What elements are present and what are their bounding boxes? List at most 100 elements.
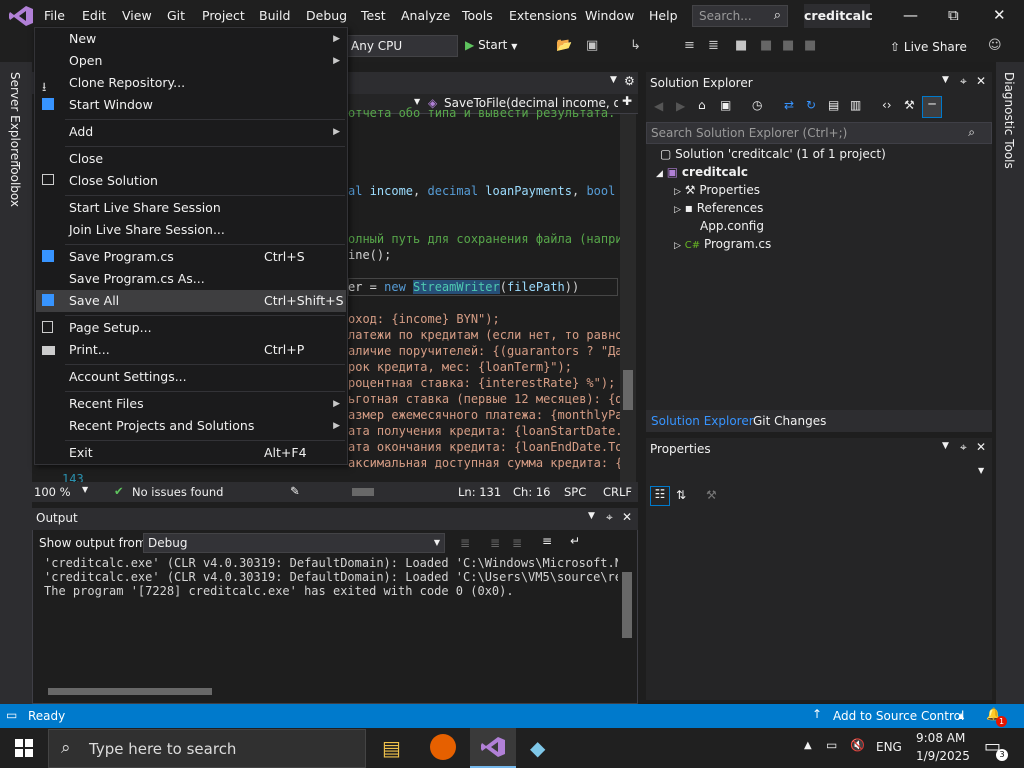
chevron-up-icon[interactable]: ▲ [804,740,812,751]
clock-time[interactable]: 9:08 AM [916,731,965,745]
open-folder-icon[interactable]: 📂 [556,38,572,53]
windows-start-icon[interactable] [15,739,33,757]
chevron-down-icon[interactable]: ▼ [942,75,949,85]
menu-item-open[interactable]: Open ▶ [36,50,346,72]
menu-item-save-all[interactable]: Save All Ctrl+Shift+S [36,290,346,312]
chevron-down-icon[interactable]: ▼ [978,466,984,475]
start-button[interactable]: ▶ Start ▼ [465,38,517,52]
menu-analyze[interactable]: Analyze [401,8,450,23]
split-icon[interactable]: ✚ [622,94,632,108]
menu-item-add[interactable]: Add ▶ [36,121,346,143]
server-explorer-tab[interactable]: Server Explorer [8,72,22,165]
volume-muted-icon[interactable]: 🔇 [850,738,865,752]
network-icon[interactable]: ▭ [826,738,837,752]
tab-git-changes[interactable]: Git Changes [753,414,826,428]
visual-studio-taskbar-button[interactable] [470,728,516,768]
feedback-icon[interactable]: ☺ [988,38,1002,53]
language-indicator[interactable]: ENG [876,740,902,754]
output-source-dropdown[interactable]: Debug ▼ [143,533,445,553]
wrench-icon[interactable]: ⚒ [904,98,915,112]
step-icon[interactable]: ↳ [630,38,641,53]
tree-item-references[interactable]: ▷ ▪ References [674,201,763,215]
pending-changes-icon[interactable]: ◷ [752,98,762,112]
menu-test[interactable]: Test [361,8,386,23]
diagnostic-tools-tab[interactable]: Diagnostic Tools [1002,72,1016,169]
menu-item-print[interactable]: Print... Ctrl+P [36,339,346,361]
next-icon[interactable]: ≣ [512,536,522,550]
pin-icon[interactable]: ⌖ [960,440,967,455]
bookmark-next-icon[interactable]: ■ [782,38,794,53]
line-ending-indicator[interactable]: CRLF [603,485,632,499]
chevron-down-icon[interactable]: ▼ [414,97,420,106]
close-icon[interactable]: ✕ [976,74,986,88]
menu-item-recent-projects[interactable]: Recent Projects and Solutions ▶ [36,415,346,437]
live-share-button[interactable]: ⇧ Live Share [890,40,967,54]
tree-project[interactable]: ◢ ▣ creditcalc [656,165,748,179]
chevron-down-icon[interactable]: ▼ [82,485,88,494]
menu-help[interactable]: Help [649,8,678,23]
pin-icon[interactable]: ⌖ [960,74,967,89]
firefox-icon[interactable] [430,734,456,760]
scroll-thumb[interactable] [623,370,633,410]
output-hscroll-thumb[interactable] [48,688,212,695]
file-explorer-icon[interactable]: ▤ [382,736,401,760]
platform-dropdown[interactable]: Any CPU [346,35,458,57]
switch-views-icon[interactable]: ▣ [720,98,731,112]
forward-icon[interactable]: ▶ [676,99,685,113]
tab-solution-explorer[interactable]: Solution Explorer [651,414,754,428]
categorized-icon[interactable]: ☷ [650,486,670,506]
code-view-icon[interactable]: ‹› [882,98,892,112]
word-wrap-icon[interactable]: ↵ [570,534,580,548]
settings-icon[interactable]: ⚙ [624,74,635,88]
menu-item-page-setup[interactable]: Page Setup... [36,317,346,339]
menu-file[interactable]: File [44,8,65,23]
menu-item-save-program-as[interactable]: Save Program.cs As... [36,268,346,290]
menu-item-close-solution[interactable]: Close Solution [36,170,346,192]
chevron-down-icon[interactable]: ▼ [588,511,595,521]
find-icon[interactable]: ≣ [460,536,470,550]
menu-view[interactable]: View [122,8,152,23]
menu-item-close[interactable]: Close [36,148,346,170]
home-icon[interactable]: ⌂ [698,98,706,112]
search-input[interactable]: Search... ⌕ [692,5,788,27]
horizontal-scroll-thumb[interactable] [352,488,374,496]
indent-icon[interactable]: ≣ [708,38,719,53]
chevron-up-icon[interactable]: ▲ [958,711,964,720]
show-all-files-icon[interactable]: ▥ [850,98,861,112]
close-icon[interactable]: ✕ [976,440,986,454]
editor-scrollbar[interactable] [620,114,636,484]
tree-item-program[interactable]: ▷ C# Program.cs [674,237,771,251]
menu-item-recent-files[interactable]: Recent Files ▶ [36,393,346,415]
menu-item-start-window[interactable]: Start Window [36,94,346,116]
menu-edit[interactable]: Edit [82,8,106,23]
tree-solution[interactable]: ▢ Solution 'creditcalc' (1 of 1 project) [660,147,886,161]
preview-icon[interactable]: ─ [922,96,942,118]
clock-date[interactable]: 1/9/2025 [916,749,970,763]
app-icon[interactable]: ◆ [530,736,545,760]
close-icon[interactable]: ✕ [993,6,1006,24]
alphabetical-icon[interactable]: ⇅ [676,488,686,502]
menu-debug[interactable]: Debug [306,8,347,23]
menu-item-start-live-share[interactable]: Start Live Share Session [36,197,346,219]
menu-item-new[interactable]: New ▶ [36,28,346,50]
menu-extensions[interactable]: Extensions [509,8,577,23]
output-scroll-thumb[interactable] [622,572,632,638]
collapse-all-icon[interactable]: ▤ [828,98,839,112]
menu-item-save-program[interactable]: Save Program.cs Ctrl+S [36,246,346,268]
refresh-icon[interactable]: ↻ [806,98,816,112]
menu-item-account-settings[interactable]: Account Settings... [36,366,346,388]
issues-status[interactable]: No issues found [132,485,223,499]
property-pages-icon[interactable]: ⚒ [706,488,717,502]
back-icon[interactable]: ◀ [654,99,663,113]
align-icon[interactable]: ≡ [684,38,695,53]
menu-item-join-live-share[interactable]: Join Live Share Session... [36,219,346,241]
output-text[interactable]: 'creditcalc.exe' (CLR v4.0.30319: Defaul… [44,556,618,676]
minimize-icon[interactable]: — [903,6,918,24]
tab-list-icon[interactable]: ▼ [610,75,617,85]
close-icon[interactable]: ✕ [622,510,632,524]
bookmark-prev-icon[interactable]: ■ [760,38,772,53]
taskbar-search-input[interactable]: ⌕ Type here to search [48,729,366,768]
chevron-down-icon[interactable]: ▼ [942,441,949,451]
maximize-icon[interactable]: ⧉ [948,6,959,24]
tree-item-properties[interactable]: ▷ ⚒ Properties [674,183,760,197]
